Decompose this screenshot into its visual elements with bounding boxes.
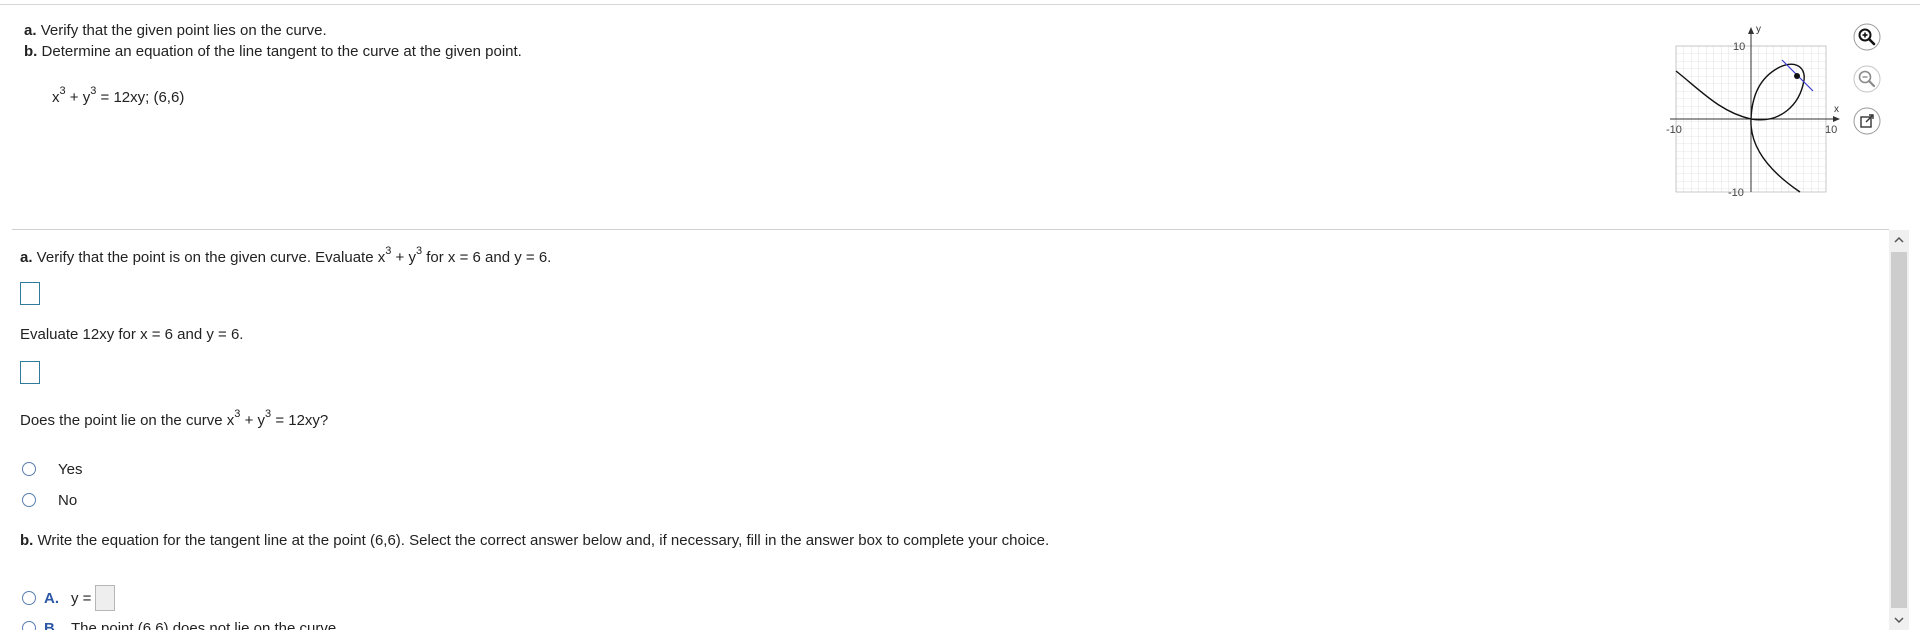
y-axis-label: y (1756, 24, 1761, 35)
option-no-label[interactable]: No (58, 492, 77, 509)
part-a-letter: a. (24, 22, 37, 39)
zoom-in-icon (1853, 23, 1881, 51)
curve-graph[interactable]: y x 10 -10 -10 10 (1660, 20, 1860, 200)
chevron-down-icon (1894, 617, 1904, 624)
radio-no[interactable] (22, 493, 36, 507)
tangent-point (1794, 73, 1800, 79)
step1-prompt: a. Verify that the point is on the given… (20, 245, 552, 266)
partb-letter: b. (20, 532, 34, 549)
external-link-icon (1853, 107, 1881, 135)
option-yes-label[interactable]: Yes (58, 461, 82, 478)
radio-choice-a[interactable] (22, 591, 36, 605)
step2-prompt: Evaluate 12xy for x = 6 and y = 6. (20, 326, 244, 343)
step1-post: for x = 6 and y = 6. (422, 249, 552, 266)
x-min-label: -10 (1666, 124, 1682, 136)
y-min-label: -10 (1728, 187, 1744, 199)
step1-exp1: 3 (385, 245, 392, 257)
eq-exp1: 3 (59, 85, 66, 97)
eq-plus-y: + y (65, 89, 91, 106)
radio-yes[interactable] (22, 462, 36, 476)
eq-x: x (52, 89, 60, 106)
y-max-label: 10 (1733, 41, 1745, 53)
problem-part-a: a. Verify that the given point lies on t… (24, 22, 327, 40)
zoom-in-button[interactable] (1852, 22, 1882, 52)
zoom-out-icon (1853, 65, 1881, 93)
option-yes-row[interactable]: Yes (22, 459, 82, 479)
step1-letter: a. (20, 249, 33, 266)
tangent-answer-box[interactable] (95, 585, 116, 611)
step1-exp2: 3 (415, 245, 423, 257)
choice-a-letter: A. (44, 589, 59, 607)
work-scrollbar[interactable] (1889, 230, 1909, 630)
answer-box-step1[interactable] (20, 282, 40, 305)
answer-work-area: a. Verify that the point is on the given… (0, 230, 1889, 630)
scroll-down-button[interactable] (1889, 610, 1909, 630)
partb-text: Write the equation for the tangent line … (33, 532, 1050, 549)
step1-text-pre: Verify that the point is on the given cu… (32, 249, 386, 266)
part-b-prompt: b. Write the equation for the tangent li… (20, 532, 1049, 549)
graph-svg: y x 10 -10 -10 10 (1666, 24, 1840, 199)
x-axis-arrow (1833, 116, 1840, 122)
step3-exp1: 3 (234, 408, 241, 420)
part-b-letter: b. (24, 43, 38, 60)
radio-choice-b[interactable] (22, 621, 36, 630)
top-border (0, 4, 1920, 5)
choice-b-text: The point (6,6) does not lie on the curv… (71, 619, 341, 631)
graph-tools (1852, 22, 1882, 142)
step3-prompt: Does the point lie on the curve x3 + y3 … (20, 408, 329, 429)
step3-mid: + y (240, 412, 266, 429)
choice-a-text: y = (71, 589, 92, 607)
choice-b-row[interactable]: B. The point (6,6) does not lie on the c… (22, 618, 340, 630)
option-no-row[interactable]: No (22, 490, 77, 510)
answer-box-step2[interactable] (20, 361, 40, 384)
scroll-up-button[interactable] (1889, 230, 1909, 250)
problem-part-b: b. Determine an equation of the line tan… (24, 43, 522, 61)
eq-rhs: = 12xy; (6,6) (96, 89, 185, 106)
scroll-thumb[interactable] (1891, 252, 1907, 608)
part-b-text: Determine an equation of the line tangen… (41, 43, 522, 60)
step1-mid: + y (391, 249, 416, 266)
popout-button[interactable] (1852, 106, 1882, 136)
chevron-up-icon (1894, 236, 1904, 243)
step3-exp2: 3 (265, 408, 272, 420)
x-max-label: 10 (1825, 124, 1837, 136)
choice-a-row[interactable]: A. y = (22, 585, 116, 611)
choice-b-letter: B. (44, 619, 59, 631)
problem-equation: x3 + y3 = 12xy; (6,6) (52, 85, 185, 106)
step3-post: = 12xy? (271, 412, 329, 429)
step3-pre: Does the point lie on the curve x (20, 412, 235, 429)
eq-exp2: 3 (90, 85, 97, 97)
part-a-text: Verify that the given point lies on the … (40, 22, 327, 39)
x-axis-label: x (1834, 104, 1839, 115)
y-axis-arrow (1748, 27, 1754, 34)
zoom-out-button[interactable] (1852, 64, 1882, 94)
